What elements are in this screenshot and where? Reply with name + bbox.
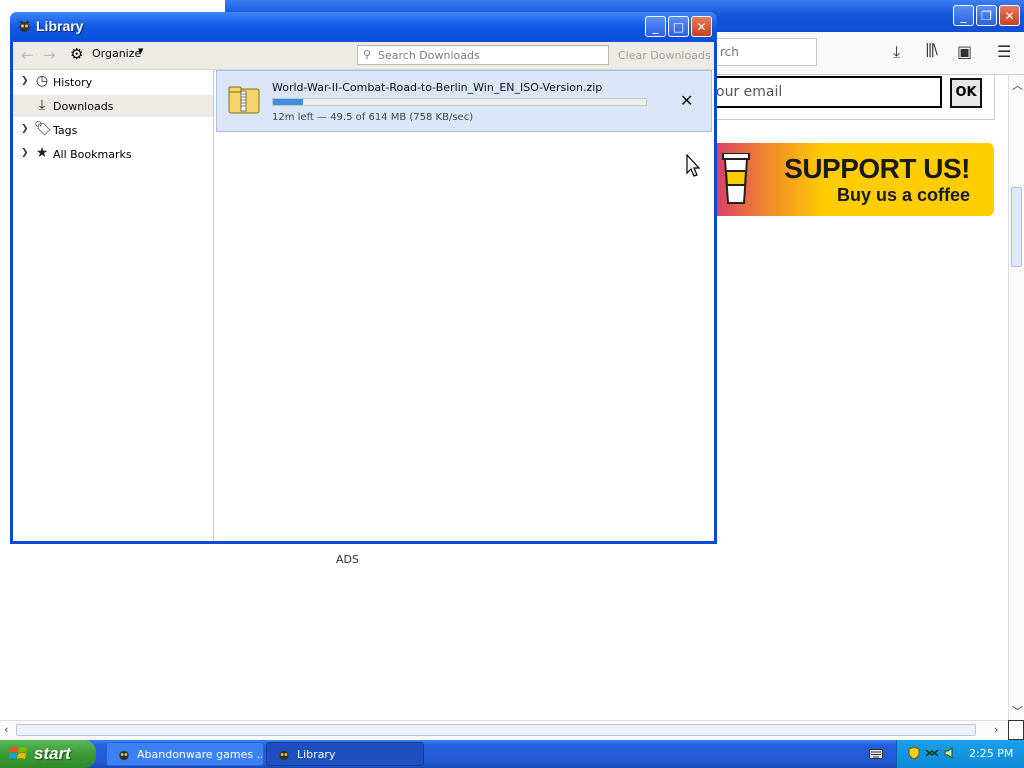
support-title: SUPPORT US! — [784, 153, 970, 184]
library-icon[interactable]: |||\ — [925, 42, 938, 58]
scroll-up-icon[interactable]: ︿ — [1012, 77, 1023, 93]
sidebar-item-history[interactable]: ❯ ◷ History — [13, 71, 213, 93]
sidebar-item-label: History — [53, 76, 93, 89]
mouse-cursor-icon — [686, 154, 700, 177]
window-title: Library — [36, 18, 84, 34]
star-icon: ★ — [35, 145, 49, 161]
close-button[interactable]: ✕ — [691, 16, 712, 37]
sidebar-item-downloads[interactable]: ⤓ Downloads — [13, 95, 213, 117]
organize-label: Organize — [92, 47, 142, 60]
system-tray: 2:25 PM — [896, 740, 1024, 768]
shield-icon[interactable] — [907, 746, 921, 760]
clock: 2:25 PM — [969, 747, 1014, 760]
clock-icon: ◷ — [35, 73, 49, 89]
download-item[interactable]: World-War-II-Combat-Road-to-Berlin_Win_E… — [216, 70, 712, 132]
taskbar-item-browser[interactable]: Abandonware games ... — [106, 742, 264, 766]
browser-search-field[interactable]: rch — [715, 38, 817, 66]
expand-arrow-icon[interactable]: ❯ — [21, 124, 29, 134]
clear-downloads-button[interactable]: Clear Downloads — [618, 49, 711, 62]
scrollbar-thumb[interactable] — [1011, 187, 1022, 267]
taskbar: start Abandonware games ... Library 2:25 — [0, 740, 1024, 768]
vertical-scrollbar[interactable]: ︿ ﹀ — [1008, 75, 1024, 720]
volume-icon[interactable] — [943, 746, 957, 760]
sidebar-item-label: Downloads — [53, 100, 114, 113]
start-label: start — [34, 744, 71, 763]
menu-icon[interactable]: ☰ — [997, 42, 1011, 61]
minimize-button[interactable]: _ — [645, 16, 666, 37]
sidebar-item-tags[interactable]: ❯ 🏷 Tags — [13, 119, 213, 141]
sidebar-item-label: All Bookmarks — [53, 148, 132, 161]
library-window: Library _ □ ✕ ← → ⚙ Organize ▼ ⚲ Search … — [10, 12, 717, 544]
close-button[interactable]: ✕ — [999, 5, 1020, 26]
download-status: 12m left — 49.5 of 614 MB (758 KB/sec) — [272, 112, 474, 123]
sidebar-item-label: Tags — [53, 124, 78, 137]
scroll-left-icon[interactable]: ‹ — [4, 723, 8, 736]
downloads-list: World-War-II-Combat-Road-to-Berlin_Win_E… — [214, 70, 714, 541]
search-placeholder: Search Downloads — [378, 49, 480, 62]
expand-arrow-icon[interactable]: ❯ — [21, 148, 29, 158]
minimize-button[interactable]: _ — [953, 5, 974, 26]
gear-icon: ⚙ — [70, 45, 84, 63]
maximize-button[interactable]: □ — [668, 16, 689, 37]
taskbar-item-label: Library — [297, 748, 336, 761]
network-icon[interactable] — [925, 746, 939, 760]
zip-file-icon — [228, 86, 260, 114]
library-titlebar[interactable]: Library _ □ ✕ — [10, 12, 717, 42]
ok-button[interactable]: OK — [950, 78, 982, 108]
download-filename: World-War-II-Combat-Road-to-Berlin_Win_E… — [272, 81, 603, 94]
library-toolbar: ← → ⚙ Organize ▼ ⚲ Search Downloads Clea… — [13, 42, 714, 70]
start-button[interactable]: start — [0, 740, 96, 768]
restore-button[interactable]: ❐ — [976, 5, 997, 26]
windows-logo-icon — [9, 747, 27, 759]
coffee-cup-icon — [722, 153, 750, 204]
back-arrow-icon[interactable]: ← — [21, 46, 34, 64]
search-icon: ⚲ — [363, 48, 372, 61]
dropdown-arrow-icon: ▼ — [138, 47, 144, 55]
scroll-right-icon[interactable]: › — [994, 723, 998, 736]
horizontal-scrollbar[interactable]: ‹ › — [0, 720, 1008, 740]
scrollbar-thumb[interactable] — [16, 724, 976, 736]
download-icon: ⤓ — [38, 97, 46, 113]
email-field[interactable]: our email — [712, 76, 942, 108]
ads-label: ADS — [336, 553, 359, 566]
app-icon — [279, 750, 289, 761]
download-icon[interactable]: ⤓ — [893, 42, 900, 62]
sidebar-item-all-bookmarks[interactable]: ❯ ★ All Bookmarks — [13, 143, 213, 165]
forward-arrow-icon[interactable]: → — [43, 46, 56, 64]
app-icon — [19, 20, 30, 32]
keyboard-icon[interactable] — [869, 748, 883, 760]
search-downloads-field[interactable]: ⚲ Search Downloads — [357, 45, 609, 65]
scroll-corner — [1008, 720, 1024, 740]
library-sidebar: ❯ ◷ History ⤓ Downloads ❯ 🏷 Tags ❯ ★ All… — [13, 70, 214, 541]
expand-arrow-icon[interactable]: ❯ — [21, 76, 29, 86]
cancel-download-button[interactable]: ✕ — [680, 91, 693, 110]
support-banner[interactable]: SUPPORT US! Buy us a coffee — [712, 143, 994, 216]
app-icon — [119, 750, 129, 761]
progress-fill — [273, 99, 303, 105]
sidebar-icon[interactable]: ▣ — [957, 42, 972, 61]
taskbar-item-library[interactable]: Library — [266, 742, 424, 766]
scroll-down-icon[interactable]: ﹀ — [1012, 703, 1023, 719]
tag-icon: 🏷 — [34, 121, 52, 137]
download-progress-bar — [272, 98, 647, 106]
library-body: ← → ⚙ Organize ▼ ⚲ Search Downloads Clea… — [13, 42, 714, 541]
taskbar-item-label: Abandonware games ... — [137, 748, 262, 761]
support-subtitle: Buy us a coffee — [836, 185, 970, 205]
